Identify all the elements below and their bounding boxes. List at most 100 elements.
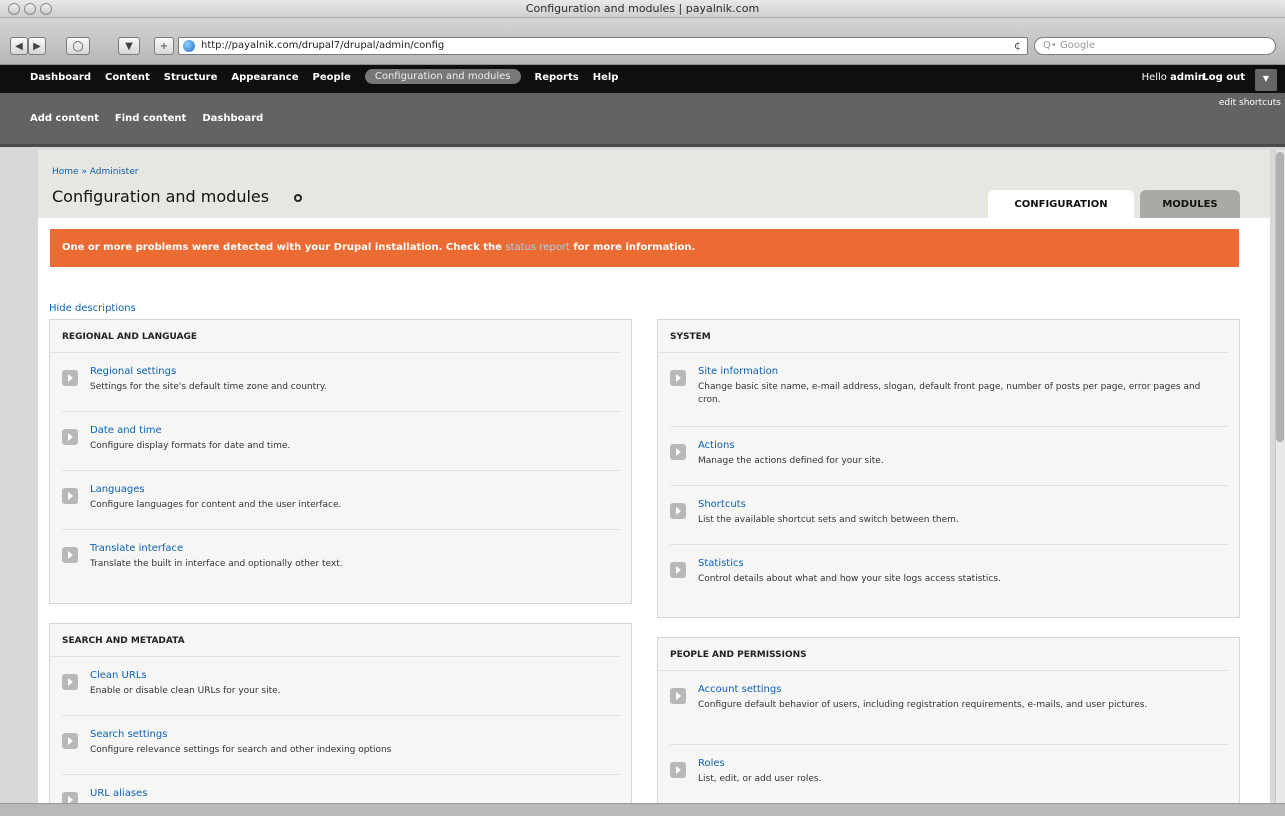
arrow-right-icon xyxy=(670,503,686,519)
forward-arrow-icon: ▶ xyxy=(33,40,41,52)
item-link[interactable]: Account settings xyxy=(698,684,781,695)
user-greeting: Hello admin xyxy=(1142,72,1205,83)
arrow-right-icon xyxy=(670,762,686,778)
item-description: Configure display formats for date and t… xyxy=(90,441,291,451)
arrow-right-icon xyxy=(62,547,78,563)
status-report-link[interactable]: status report xyxy=(505,242,569,253)
item-description: Configure default behavior of users, inc… xyxy=(698,700,1148,710)
username-link[interactable]: admin xyxy=(1170,72,1205,83)
breadcrumb[interactable]: Home » Administer xyxy=(52,167,138,177)
item-description: Control details about what and how your … xyxy=(698,574,1001,584)
tab-modules[interactable]: MODULES xyxy=(1140,190,1240,218)
add-bookmark-button[interactable]: + xyxy=(154,37,174,55)
item-link[interactable]: Regional settings xyxy=(90,366,176,377)
panel-title: REGIONAL AND LANGUAGE xyxy=(50,320,621,353)
item-link[interactable]: Statistics xyxy=(698,558,744,569)
tab-configuration[interactable]: CONFIGURATION xyxy=(988,190,1134,218)
item-description: Settings for the site's default time zon… xyxy=(90,382,327,392)
hello-label: Hello xyxy=(1141,72,1167,83)
shortcut-dashboard[interactable]: Dashboard xyxy=(202,113,263,124)
list-item: Roles List, edit, or add user roles. xyxy=(670,745,1229,804)
arrow-right-icon xyxy=(62,370,78,386)
arrow-right-icon xyxy=(670,370,686,386)
list-item: Regional settings Settings for the site'… xyxy=(62,353,621,412)
browser-toolbar: ◀ ▶ ◯ ▼ + http://payalnik.com/drupal7/dr… xyxy=(0,18,1285,65)
item-link[interactable]: Roles xyxy=(698,758,725,769)
main-content: One or more problems were detected with … xyxy=(38,218,1270,816)
menu-item-help[interactable]: Help xyxy=(593,72,619,84)
search-input[interactable]: Q• Google xyxy=(1034,37,1276,55)
chevron-down-icon: ▼ xyxy=(1262,74,1270,83)
arrow-right-icon xyxy=(670,444,686,460)
item-description: Translate the built in interface and opt… xyxy=(90,559,343,569)
logout-link[interactable]: Log out xyxy=(1202,72,1245,83)
arrow-right-icon xyxy=(62,674,78,690)
item-description: Manage the actions defined for your site… xyxy=(698,456,884,466)
list-item: Shortcuts List the available shortcut se… xyxy=(670,486,1229,545)
item-link[interactable]: Search settings xyxy=(90,729,167,740)
toggle-drawer-button[interactable]: ▼ xyxy=(1255,69,1277,91)
item-link[interactable]: Date and time xyxy=(90,425,162,436)
shortcut-add-content[interactable]: Add content xyxy=(30,113,99,124)
warning-text-before: One or more problems were detected with … xyxy=(62,242,506,253)
reload-icon[interactable]: ¢ xyxy=(1014,38,1021,54)
hide-descriptions-link[interactable]: Hide descriptions xyxy=(49,303,136,314)
item-link[interactable]: Shortcuts xyxy=(698,499,746,510)
item-link[interactable]: Clean URLs xyxy=(90,670,147,681)
page-title: Configuration and modules xyxy=(52,187,270,206)
panel-system: SYSTEM Site information Change basic sit… xyxy=(657,319,1240,618)
menu-item-content[interactable]: Content xyxy=(105,72,150,84)
panel-title: PEOPLE AND PERMISSIONS xyxy=(658,638,1229,671)
snapback-button[interactable]: ◯ xyxy=(66,37,90,55)
drupal-toolbar: Dashboard Content Structure Appearance P… xyxy=(0,65,1285,93)
panel-people-permissions: PEOPLE AND PERMISSIONS Account settings … xyxy=(657,637,1240,816)
page-header: Home » Administer Configuration and modu… xyxy=(38,150,1270,218)
panel-title: SEARCH AND METADATA xyxy=(50,624,621,657)
menu-item-structure[interactable]: Structure xyxy=(164,72,218,84)
warning-text-after: for more information. xyxy=(569,242,696,253)
item-link[interactable]: Languages xyxy=(90,484,145,495)
forward-button[interactable]: ▶ xyxy=(28,37,46,55)
arrow-right-icon xyxy=(62,733,78,749)
panel-regional-language: REGIONAL AND LANGUAGE Regional settings … xyxy=(49,319,632,604)
snapback-icon: ◯ xyxy=(72,40,84,52)
arrow-right-icon xyxy=(62,488,78,504)
back-button[interactable]: ◀ xyxy=(10,37,28,55)
menu-item-appearance[interactable]: Appearance xyxy=(231,72,298,84)
bookmarks-button[interactable]: ▼ xyxy=(118,37,140,55)
arrow-right-icon xyxy=(670,562,686,578)
item-description: Enable or disable clean URLs for your si… xyxy=(90,686,281,696)
bookmark-icon: ▼ xyxy=(125,40,133,52)
item-link[interactable]: Actions xyxy=(698,440,735,451)
scrollbar-thumb[interactable] xyxy=(1276,152,1284,442)
list-item: Translate interface Translate the built … xyxy=(62,530,621,589)
list-item: Date and time Configure display formats … xyxy=(62,412,621,471)
add-shortcut-icon[interactable] xyxy=(294,194,302,202)
list-item: Actions Manage the actions defined for y… xyxy=(670,427,1229,486)
shortcut-find-content[interactable]: Find content xyxy=(115,113,186,124)
address-bar[interactable]: http://payalnik.com/drupal7/drupal/admin… xyxy=(178,37,1028,55)
panel-title: SYSTEM xyxy=(658,320,1229,353)
plus-icon: + xyxy=(159,40,169,52)
item-link[interactable]: URL aliases xyxy=(90,788,147,799)
item-link[interactable]: Site information xyxy=(698,366,778,377)
menu-item-reports[interactable]: Reports xyxy=(535,72,579,84)
shortcut-links: Add content Find content Dashboard xyxy=(30,113,263,124)
status-warning: One or more problems were detected with … xyxy=(50,229,1239,267)
admin-menu: Dashboard Content Structure Appearance P… xyxy=(30,69,619,84)
edit-shortcuts-link[interactable]: edit shortcuts xyxy=(1219,98,1281,108)
arrow-right-icon xyxy=(670,688,686,704)
menu-item-configuration[interactable]: Configuration and modules xyxy=(364,69,521,84)
arrow-right-icon xyxy=(62,429,78,445)
menu-item-dashboard[interactable]: Dashboard xyxy=(30,72,91,84)
back-arrow-icon: ◀ xyxy=(15,40,23,52)
menu-item-people[interactable]: People xyxy=(312,72,350,84)
item-description: List, edit, or add user roles. xyxy=(698,774,822,784)
item-description: Configure languages for content and the … xyxy=(90,500,342,510)
item-link[interactable]: Translate interface xyxy=(90,543,183,554)
window-title: Configuration and modules | payalnik.com xyxy=(525,2,760,15)
list-item: Site information Change basic site name,… xyxy=(670,353,1229,427)
panel-search-metadata: SEARCH AND METADATA Clean URLs Enable or… xyxy=(49,623,632,816)
list-item: Search settings Configure relevance sett… xyxy=(62,716,621,775)
item-description: Configure relevance settings for search … xyxy=(90,745,392,755)
